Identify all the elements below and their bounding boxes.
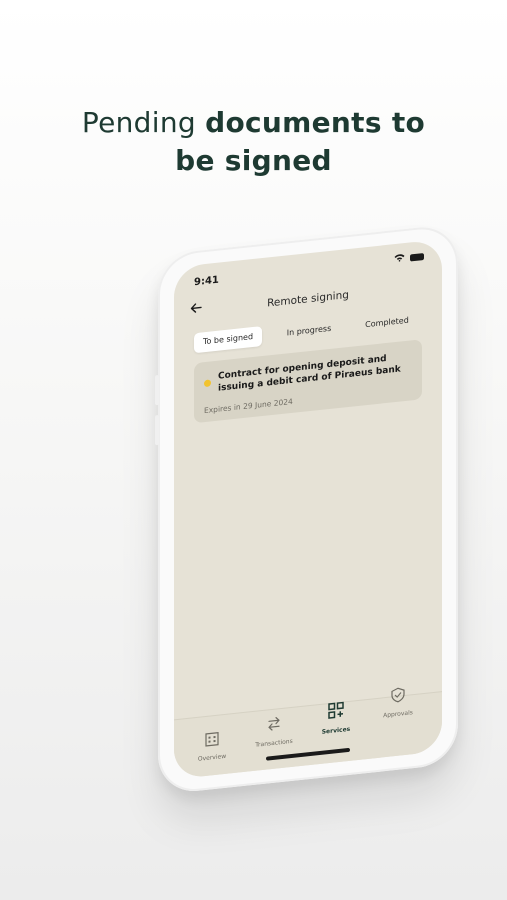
bank-icon <box>182 727 242 753</box>
grid-plus-icon <box>306 698 366 726</box>
headline-bold-1: documents to <box>205 106 426 139</box>
nav-services[interactable]: Services <box>306 698 366 737</box>
headline-light: Pending <box>81 106 206 139</box>
phone-mockup: 9:41 Remote signing To be signed In prog… <box>155 223 460 795</box>
headline-bold-2: be signed <box>175 144 332 177</box>
volume-button <box>155 414 159 446</box>
nav-label: Services <box>321 725 351 736</box>
promo-headline: Pending documents to be signed <box>0 104 507 180</box>
tab-completed[interactable]: Completed <box>354 309 420 336</box>
shield-check-icon <box>368 684 428 710</box>
battery-icon <box>410 253 424 262</box>
pending-status-dot <box>204 379 211 388</box>
tab-to-be-signed[interactable]: To be signed <box>194 326 262 354</box>
document-title: Contract for opening deposit and issuing… <box>218 353 401 394</box>
nav-label: Approvals <box>383 709 413 720</box>
document-expiry: Expires in 29 June 2024 <box>204 396 293 416</box>
promo-frame: Pending documents to be signed 9:41 Remo… <box>0 0 507 900</box>
status-icons <box>394 251 424 265</box>
phone-body: 9:41 Remote signing To be signed In prog… <box>155 223 458 810</box>
tab-in-progress[interactable]: In progress <box>276 318 342 345</box>
document-card[interactable]: Contract for opening deposit and issuing… <box>194 339 422 424</box>
nav-label: Overview <box>197 752 227 763</box>
app-screen: 9:41 Remote signing To be signed In prog… <box>174 239 442 780</box>
nav-transactions[interactable]: Transactions <box>244 713 304 750</box>
nav-overview[interactable]: Overview <box>182 727 242 764</box>
status-time: 9:41 <box>194 274 219 289</box>
wifi-icon <box>394 254 410 266</box>
nav-label: Transactions <box>255 737 293 749</box>
volume-button <box>155 374 159 406</box>
nav-approvals[interactable]: Approvals <box>368 684 428 721</box>
transfer-arrows-icon <box>244 713 304 739</box>
